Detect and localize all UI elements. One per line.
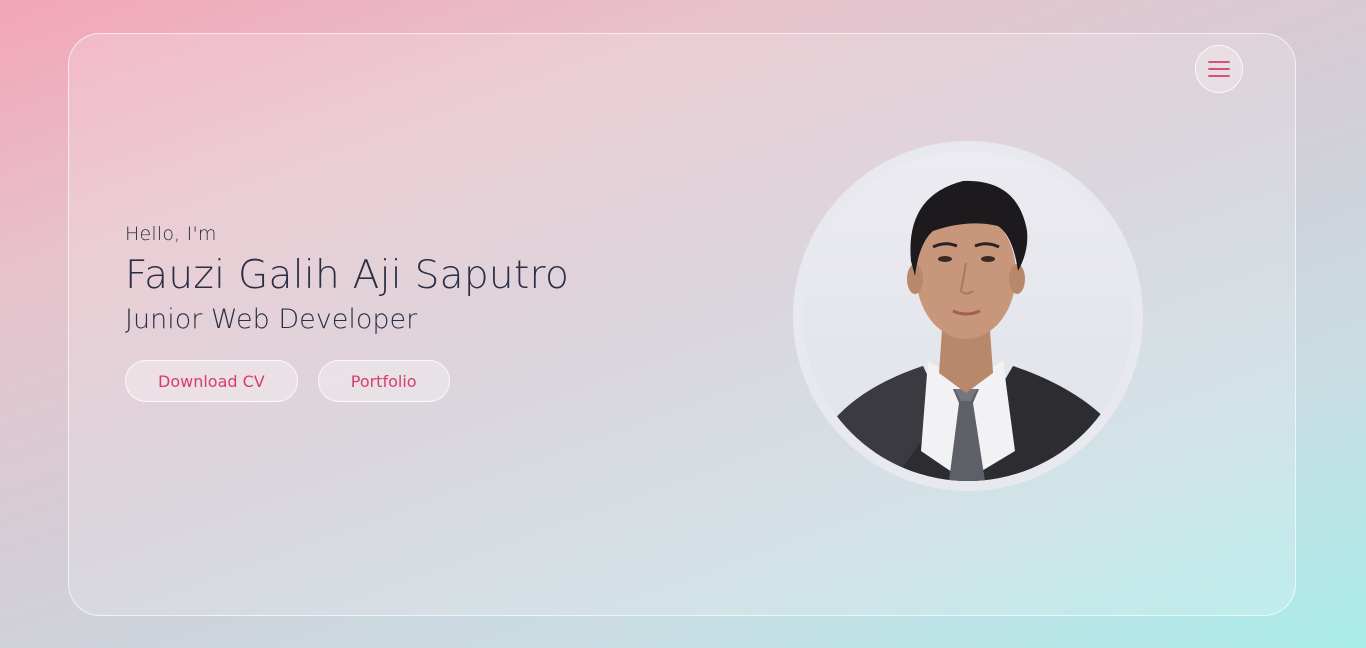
hero-buttons: Download CV Portfolio [125, 360, 569, 402]
download-cv-button[interactable]: Download CV [125, 360, 298, 402]
portrait-image [803, 180, 1133, 481]
menu-button[interactable] [1195, 45, 1243, 93]
profile-role: Junior Web Developer [125, 304, 418, 335]
profile-name: Fauzi Galih Aji Saputro [125, 253, 570, 298]
profile-photo [803, 151, 1133, 481]
profile-photo-frame [793, 141, 1143, 491]
hero-card: Hello, I'm Fauzi Galih Aji Saputro Junio… [68, 33, 1296, 616]
portfolio-button[interactable]: Portfolio [317, 360, 450, 402]
greeting-text: Hello, I'm [125, 223, 217, 245]
hero-text: Hello, I'm Fauzi Galih Aji Saputro Junio… [125, 222, 569, 402]
hamburger-menu-icon [1208, 61, 1230, 77]
